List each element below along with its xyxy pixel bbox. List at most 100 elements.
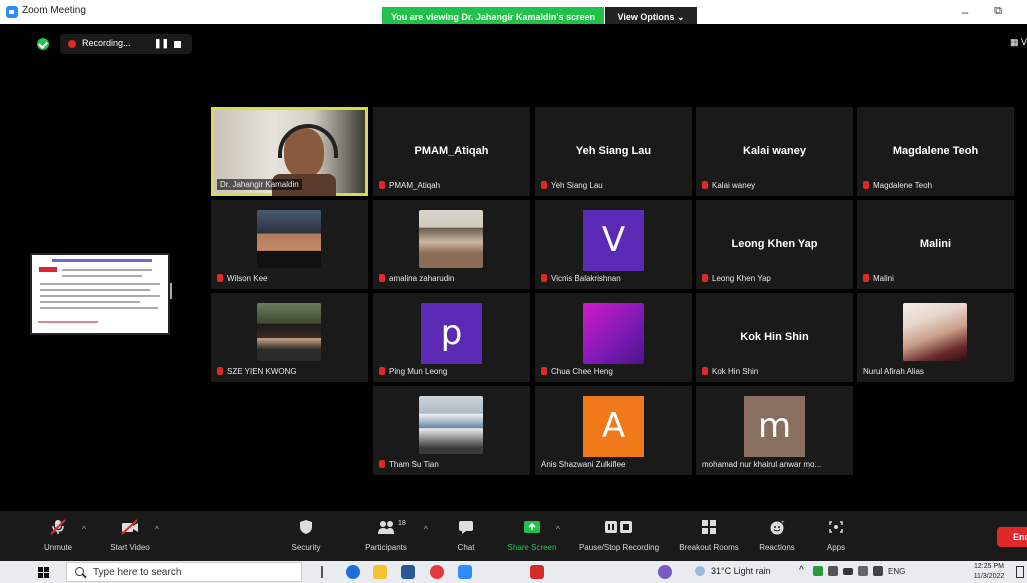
profile-photo (257, 210, 321, 268)
zoom-logo-icon (6, 6, 18, 18)
windows-start-icon[interactable] (38, 567, 49, 578)
muted-mic-icon (702, 181, 708, 189)
participant-tile[interactable]: Nurul Afirah Alias (857, 293, 1014, 382)
participant-name: Chua Chee Heng (541, 367, 613, 376)
clock-date: 11/3/2022 (973, 573, 1005, 580)
share-screen-chevron-icon[interactable]: ^ (556, 525, 560, 534)
shield-icon (300, 520, 312, 534)
reactions-label: Reactions (759, 543, 795, 552)
input-language[interactable]: ENG (888, 567, 905, 576)
svg-text:+: + (781, 520, 785, 526)
participant-tile[interactable]: Kalai waney Kalai waney (696, 107, 853, 196)
participant-name: Vicnis Balakrishnan (541, 274, 621, 283)
zoom-taskbar-icon[interactable] (458, 565, 472, 579)
participant-tile[interactable]: amalina zaharudin (373, 200, 530, 289)
muted-mic-icon (541, 181, 547, 189)
encryption-shield-icon[interactable] (37, 38, 49, 50)
windows-taskbar: Type here to search 31°C Light rain ^ EN… (0, 561, 1027, 583)
app-taskbar-icon[interactable] (658, 565, 672, 579)
participant-tile[interactable]: Malini Malini (857, 200, 1014, 289)
clock[interactable]: 12:25 PM 11/3/2022 (970, 562, 1008, 582)
show-hidden-icons-chevron-icon[interactable]: ^ (799, 565, 804, 576)
participant-tile[interactable]: Chua Chee Heng (535, 293, 692, 382)
end-meeting-button[interactable]: End (997, 527, 1027, 547)
notifications-icon[interactable] (1016, 566, 1024, 578)
participant-tile[interactable]: PMAM_Atiqah PMAM_Atiqah (373, 107, 530, 196)
pause-recording-icon[interactable]: ❚❚ (154, 38, 169, 49)
muted-mic-icon (379, 460, 385, 468)
tray-app-icon[interactable] (813, 566, 823, 576)
clock-time: 12:25 PM (974, 563, 1004, 570)
chat-button[interactable]: Chat (448, 511, 484, 561)
share-screen-label: Share Screen (507, 543, 557, 552)
avatar: m (744, 396, 805, 457)
participant-name: Anis Shazwani Zulkiflee (541, 460, 626, 469)
participant-tile[interactable]: Yeh Siang Lau Yeh Siang Lau (535, 107, 692, 196)
tray-app-icon[interactable] (828, 566, 838, 576)
participant-tile[interactable]: Tham Su Tian (373, 386, 530, 475)
document-line (40, 289, 150, 291)
stop-recording-icon[interactable] (174, 41, 181, 48)
participant-display-name: PMAM_Atiqah (414, 145, 489, 157)
participant-name: Yeh Siang Lau (541, 181, 603, 190)
participant-tile[interactable]: m mohamad nur khairul anwar mo... (696, 386, 853, 475)
participant-tile[interactable]: p Ping Mun Leong (373, 293, 530, 382)
participant-name: Kok Hin Shin (702, 367, 758, 376)
participant-name: Leong Khen Yap (702, 274, 771, 283)
participant-tile[interactable]: Leong Khen Yap Leong Khen Yap (696, 200, 853, 289)
reactions-button[interactable]: + Reactions (752, 511, 802, 561)
muted-mic-icon (379, 367, 385, 375)
participant-display-name: Kalai waney (743, 145, 806, 157)
participants-count: 18 (398, 520, 406, 527)
participant-tile[interactable]: A Anis Shazwani Zulkiflee (535, 386, 692, 475)
restore-button[interactable]: ⧉ (990, 5, 1006, 19)
store-icon[interactable] (401, 565, 415, 579)
splitter-handle[interactable] (170, 283, 172, 299)
unmute-button[interactable]: Unmute (38, 511, 78, 561)
security-button[interactable]: Security (284, 511, 328, 561)
breakout-rooms-button[interactable]: Breakout Rooms (674, 511, 744, 561)
weather-icon (695, 566, 705, 576)
file-explorer-icon[interactable] (373, 565, 387, 579)
profile-photo (419, 210, 483, 268)
pause-stop-icon (605, 521, 632, 533)
document-line (62, 269, 152, 271)
participant-tile[interactable]: Magdalene Teoh Magdalene Teoh (857, 107, 1014, 196)
participants-button[interactable]: Participants (358, 511, 414, 561)
muted-mic-icon (217, 274, 223, 282)
view-layout-button[interactable]: ▦ V (1010, 37, 1027, 48)
minimize-button[interactable]: – (957, 5, 973, 19)
task-view-icon[interactable] (321, 566, 323, 578)
volume-icon[interactable] (873, 566, 883, 576)
taskbar-search-box[interactable]: Type here to search (66, 562, 302, 582)
apps-button[interactable]: Apps (818, 511, 854, 561)
participant-tile[interactable]: Kok Hin Shin Kok Hin Shin (696, 293, 853, 382)
headphones-graphic (278, 124, 338, 158)
participant-tile[interactable]: SZE YIEN KWONG (211, 293, 368, 382)
participant-tile[interactable]: V Vicnis Balakrishnan (535, 200, 692, 289)
participants-chevron-icon[interactable]: ^ (424, 525, 428, 534)
network-icon[interactable] (858, 566, 868, 576)
participant-display-name: Magdalene Teoh (892, 145, 979, 157)
weather-text[interactable]: 31°C Light rain (711, 566, 771, 576)
avatar: A (583, 396, 644, 457)
muted-mic-icon (702, 367, 708, 375)
pause-stop-recording-button[interactable]: Pause/Stop Recording (572, 511, 666, 561)
document-line (62, 275, 142, 277)
edge-browser-icon[interactable] (346, 565, 360, 579)
acrobat-reader-icon[interactable] (530, 565, 544, 579)
profile-photo (903, 303, 967, 361)
participant-tile[interactable]: Wilson Kee (211, 200, 368, 289)
participant-display-name: Yeh Siang Lau (575, 145, 652, 157)
shared-screen-thumbnail[interactable] (30, 253, 170, 335)
participant-display-name: Kok Hin Shin (740, 331, 809, 343)
participant-tile[interactable]: Dr. Jahangir Kamaldin (211, 107, 368, 196)
battery-icon[interactable] (843, 568, 853, 575)
audio-options-chevron-icon[interactable]: ^ (82, 525, 86, 534)
share-screen-icon (524, 521, 540, 533)
chrome-browser-icon[interactable] (430, 565, 444, 579)
video-options-chevron-icon[interactable]: ^ (155, 525, 159, 534)
start-video-button[interactable]: Start Video (104, 511, 156, 561)
participant-name: SZE YIEN KWONG (217, 367, 297, 376)
share-screen-button[interactable]: Share Screen (502, 511, 562, 561)
